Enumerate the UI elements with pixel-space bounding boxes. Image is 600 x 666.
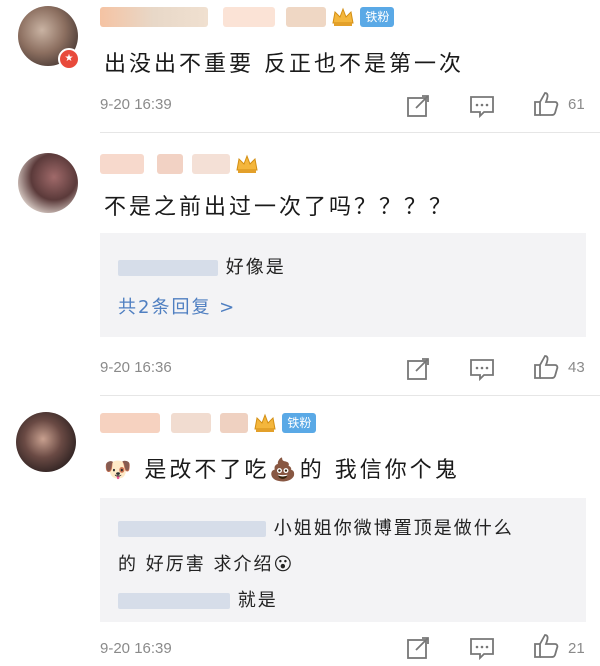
reply-username[interactable] xyxy=(118,260,218,276)
comment-icon[interactable] xyxy=(468,634,496,662)
reply-text: 就是 xyxy=(237,590,278,611)
reply-line: 好像是 xyxy=(118,253,286,279)
username[interactable]: 铁粉 xyxy=(100,412,317,434)
reply-text: 好像是 xyxy=(225,257,286,278)
reply-box[interactable]: 好像是 共2条回复 > xyxy=(100,233,586,337)
comment-icon[interactable] xyxy=(468,355,496,383)
repost-edit-icon[interactable] xyxy=(404,92,432,120)
comment-time: 9-20 16:39 xyxy=(100,640,172,657)
doge-emoji-icon: 🐶 xyxy=(104,458,135,483)
verified-badge-icon: ★ xyxy=(58,48,80,70)
comment-item: ★ 铁粉 出没出不重要 反正也不是第一次 9-20 16:39 61 xyxy=(0,0,600,132)
fan-badge: 铁粉 xyxy=(282,412,317,433)
like-count: 43 xyxy=(568,359,585,376)
comment-text: 不是之前出过一次了吗？？？？ xyxy=(104,195,455,220)
username[interactable]: 铁粉 xyxy=(100,6,395,28)
crown-icon xyxy=(235,154,259,174)
comment-item: 铁粉 🐶 是改不了吃💩的 我信你个鬼 小姐姐你微博置顶是做什么 的 好厉害 求介… xyxy=(0,396,600,662)
crown-icon xyxy=(253,413,277,433)
avatar[interactable] xyxy=(18,153,78,213)
reply-username[interactable] xyxy=(118,593,230,609)
like-count: 61 xyxy=(568,96,585,113)
thumbs-up-icon[interactable] xyxy=(532,90,560,118)
reply-line: 的 好厉害 求介绍😮 xyxy=(118,554,295,575)
comment-text: 🐶 是改不了吃💩的 我信你个鬼 xyxy=(104,458,460,483)
reply-text: 小姐姐你微博置顶是做什么 xyxy=(273,518,514,539)
comment-time: 9-20 16:39 xyxy=(100,96,172,113)
comment-icon[interactable] xyxy=(468,92,496,120)
username[interactable] xyxy=(100,153,259,175)
comment-time: 9-20 16:36 xyxy=(100,359,172,376)
crown-icon xyxy=(331,7,355,27)
thumbs-up-icon[interactable] xyxy=(532,632,560,660)
more-replies-link[interactable]: 共2条回复 > xyxy=(118,293,236,319)
reply-line: 就是 xyxy=(118,586,278,612)
avatar[interactable] xyxy=(16,412,76,472)
repost-edit-icon[interactable] xyxy=(404,355,432,383)
repost-edit-icon[interactable] xyxy=(404,634,432,662)
reply-username[interactable] xyxy=(118,521,266,537)
reply-box[interactable]: 小姐姐你微博置顶是做什么 的 好厉害 求介绍😮 就是 xyxy=(100,498,586,622)
fan-badge: 铁粉 xyxy=(360,6,395,27)
comment-text: 出没出不重要 反正也不是第一次 xyxy=(104,52,464,77)
comment-item: 不是之前出过一次了吗？？？？ 好像是 共2条回复 > 9-20 16:36 43 xyxy=(0,133,600,395)
reply-line: 小姐姐你微博置顶是做什么 xyxy=(118,514,514,540)
thumbs-up-icon[interactable] xyxy=(532,353,560,381)
like-count: 21 xyxy=(568,640,585,657)
